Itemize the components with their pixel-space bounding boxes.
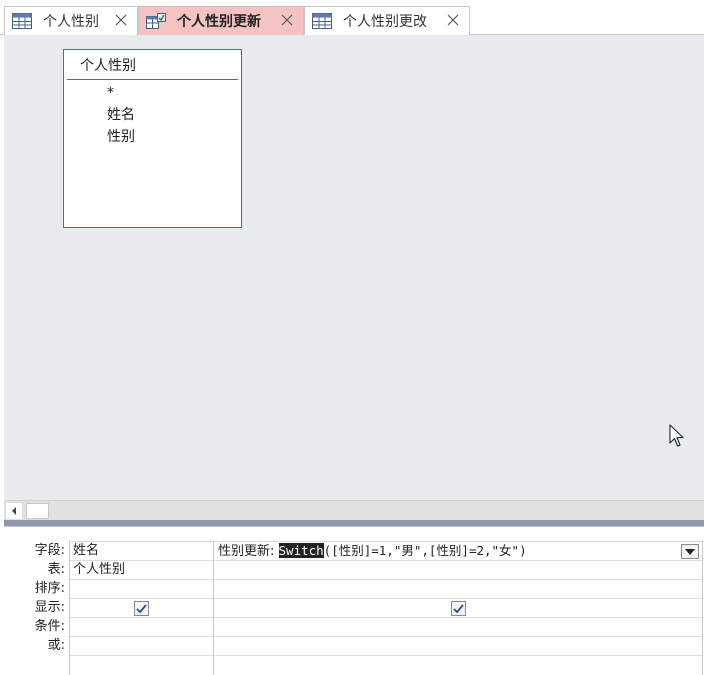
field-dropdown-button[interactable] <box>681 544 699 559</box>
sort-cell[interactable] <box>218 579 678 598</box>
field-list-title[interactable]: 个人性别 <box>80 55 136 75</box>
row-label-criteria: 条件: <box>34 619 65 634</box>
or-cell[interactable] <box>218 636 678 655</box>
expression-args: ([性别]=1,"男",[性别]=2,"女") <box>323 543 527 558</box>
tab-personal-gender-update[interactable]: 个人性别更新 <box>138 6 304 35</box>
sort-cell[interactable] <box>73 579 211 598</box>
field-list-divider <box>67 79 238 80</box>
column-divider <box>69 541 70 675</box>
chevron-down-icon <box>685 548 695 555</box>
checkmark-icon <box>453 603 464 613</box>
expression-alias: 性别更新: <box>218 544 279 559</box>
table-cell[interactable]: 个人性别 <box>73 560 211 579</box>
tab-personal-gender-change[interactable]: 个人性别更改 <box>304 6 470 35</box>
field-list-item[interactable]: 姓名 <box>107 104 135 126</box>
horizontal-scrollbar[interactable] <box>4 500 704 520</box>
or-cell[interactable] <box>73 636 211 655</box>
scrollbar-thumb[interactable] <box>26 503 49 519</box>
selected-text: Switch <box>278 543 324 558</box>
checkmark-icon <box>136 603 147 613</box>
query-design-grid: 字段: 表: 排序: 显示: 条件: 或: 姓名 个人性别 性别更新: Swit… <box>4 527 704 675</box>
scroll-left-icon[interactable] <box>6 503 22 519</box>
field-list-item[interactable]: 性别 <box>107 126 135 148</box>
document-tab-bar: 个人性别 个人性别更新 个人性别更改 <box>0 0 704 35</box>
table-icon <box>12 13 32 29</box>
criteria-cell[interactable] <box>73 617 211 636</box>
close-icon[interactable] <box>279 12 295 28</box>
column-divider <box>702 541 703 675</box>
mouse-cursor-icon <box>669 424 684 447</box>
show-checkbox[interactable] <box>451 601 466 616</box>
show-checkbox[interactable] <box>134 601 149 616</box>
row-label-field: 字段: <box>34 543 65 558</box>
table-icon <box>312 13 332 29</box>
update-query-icon <box>146 13 166 29</box>
table-field-list[interactable]: 个人性别 * 姓名 性别 <box>63 49 242 228</box>
row-label-table: 表: <box>47 562 65 577</box>
tab-personal-gender[interactable]: 个人性别 <box>4 6 138 35</box>
close-icon[interactable] <box>113 12 129 28</box>
row-label-or: 或: <box>47 638 65 653</box>
column-divider[interactable] <box>213 541 214 675</box>
field-list-item[interactable]: * <box>107 82 135 104</box>
table-cell[interactable] <box>218 560 678 579</box>
row-label-sort: 排序: <box>34 581 65 596</box>
grid-row-labels: 字段: 表: 排序: 显示: 条件: 或: <box>4 541 65 655</box>
close-icon[interactable] <box>445 12 461 28</box>
tab-label: 个人性别更改 <box>343 14 427 30</box>
field-cell[interactable]: 姓名 <box>73 541 211 560</box>
criteria-cell[interactable] <box>218 617 678 636</box>
query-design-canvas[interactable]: 个人性别 * 姓名 性别 <box>4 35 704 500</box>
field-cell-expression[interactable]: 性别更新: Switch([性别]=1,"男",[性别]=2,"女") <box>218 541 678 560</box>
tab-label: 个人性别 <box>43 14 99 30</box>
tab-label: 个人性别更新 <box>177 14 261 30</box>
row-label-show: 显示: <box>34 600 65 615</box>
grid-line <box>69 655 703 656</box>
grid-line <box>69 598 703 599</box>
